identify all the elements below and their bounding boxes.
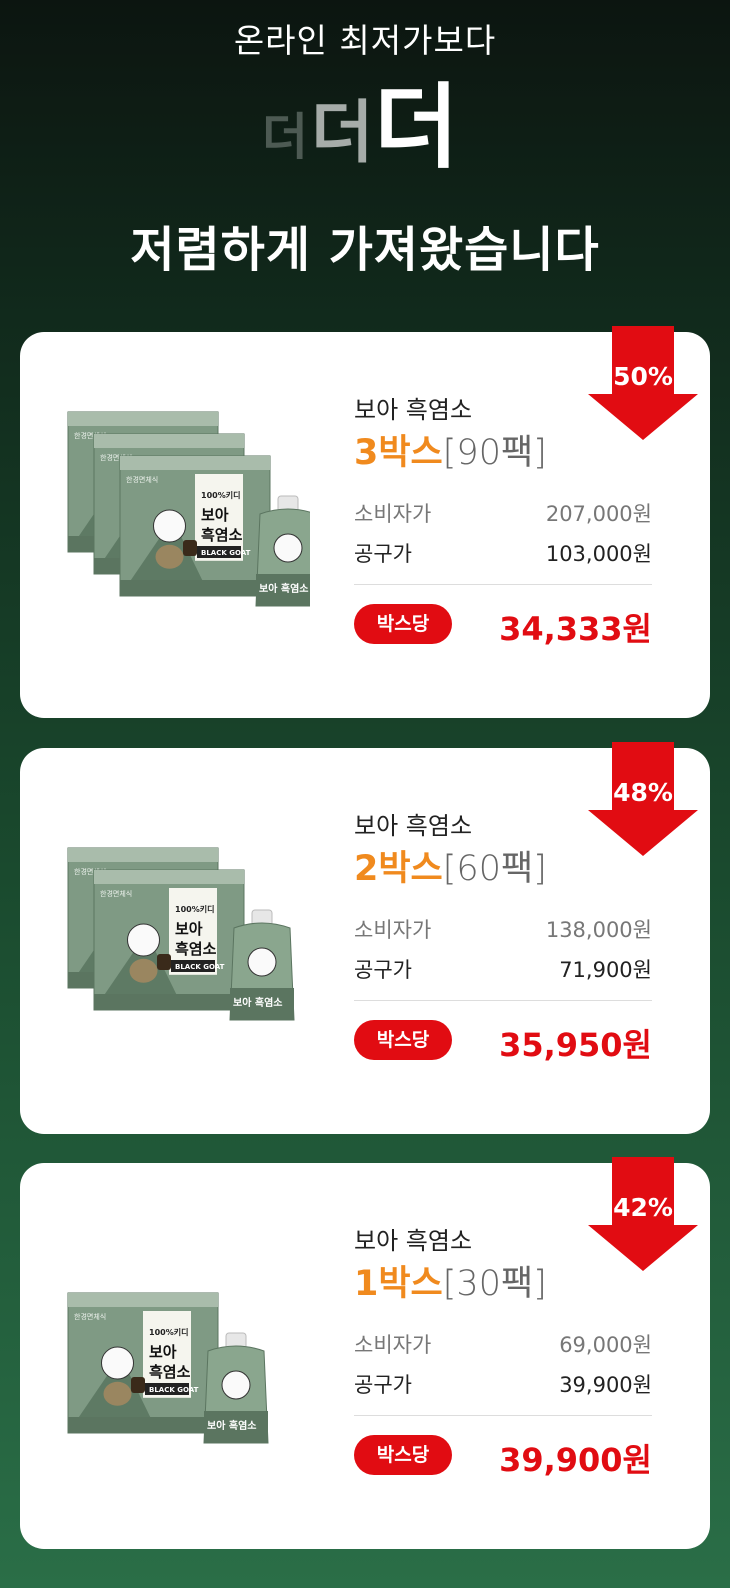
deo-medium: 더 [311, 94, 374, 173]
box-label-title: 보아 [201, 506, 229, 524]
per-box-price: 34,333원 [499, 610, 652, 648]
quantity: 2박스[60팩] [354, 840, 547, 891]
hero-deo-graphic: 더 더 더 [0, 70, 730, 180]
product-name: 보아 흑염소 [354, 1227, 473, 1255]
box-label-band: BLACK GOAT [149, 1386, 199, 1394]
product-pouch: 보아 흑염소 [203, 1332, 269, 1444]
product-name: 보아 흑염소 [354, 812, 473, 840]
box-count: 2박스 [354, 849, 443, 889]
pack-count: [30팩] [442, 1264, 547, 1304]
deo-small: 더 [262, 108, 308, 166]
hero-line-1: 온라인 최저가보다 [233, 21, 497, 60]
product-image-1box: 한경면체식 100%키디보아흑염소 BLACK GOAT 보아 흑염소 [60, 1233, 310, 1473]
box-label-title: 흑염소 [175, 940, 217, 958]
offer-card-1box[interactable]: 42% 한경면체식 100%키디보아흑염소 BLACK GOAT 보아 흑염소 보아 … [20, 1157, 710, 1549]
list-price: 207,000원 [545, 502, 652, 526]
list-price-label: 소비자가 [354, 502, 432, 526]
list-price: 69,000원 [559, 1333, 652, 1357]
quantity: 3박스[90팩] [354, 424, 547, 475]
pack-count: [90팩] [442, 433, 547, 473]
deal-price-label: 공구가 [354, 958, 412, 982]
pouch-title: 보아 흑염소 [233, 996, 282, 1009]
divider [354, 1000, 652, 1001]
product-box: 한경면체식 100%키디보아흑염소 BLACK GOAT [67, 1292, 219, 1434]
discount-badge: 42% [584, 1157, 702, 1275]
per-box-badge: 박스당 [354, 604, 452, 644]
box-brand-text: 한경면체식 [100, 889, 132, 898]
product-pouch: 보아 흑염소 [255, 495, 321, 607]
product-image-3box: 한경면체식 한경면체식 한경면체식 100%키디 보아 흑염소 BLACK GOAT 보아 흑… [60, 402, 321, 642]
list-price-label: 소비자가 [354, 1333, 432, 1357]
box-label-top: 100%키디 [149, 1327, 188, 1337]
discount-badge: 50% [584, 326, 702, 444]
deal-price-label: 공구가 [354, 542, 412, 566]
per-box-price: 39,900원 [499, 1441, 652, 1479]
box-count: 1박스 [354, 1264, 443, 1304]
deo-large: 더 [374, 74, 459, 181]
list-price-label: 소비자가 [354, 918, 432, 942]
discount-badge: 48% [584, 742, 702, 860]
divider [354, 1415, 652, 1416]
product-name: 보아 흑염소 [354, 396, 473, 424]
box-label-title: 흑염소 [201, 526, 243, 544]
product-box: 한경면체식 100%키디보아흑염소 BLACK GOAT [119, 455, 271, 597]
per-box-badge: 박스당 [354, 1435, 452, 1475]
product-pouch: 보아 흑염소 [229, 909, 295, 1021]
offer-card-2box[interactable]: 48% 한경면체식 한경면체식 100%키디 보아 흑염소 BLACK GOAT 보아 흑염… [20, 742, 710, 1134]
hero-line-3: 저렴하게 가져왔습니다 [130, 222, 600, 278]
box-label-band: BLACK GOAT [175, 963, 225, 971]
box-label-top: 100%키디 [175, 904, 214, 914]
box-brand-text: 한경면체식 [74, 1312, 106, 1321]
divider [354, 584, 652, 585]
deal-price: 71,900원 [559, 958, 652, 982]
box-label-band: BLACK GOAT [201, 549, 251, 557]
discount-percent: 48% [613, 778, 673, 807]
box-label-title: 보아 [149, 1343, 177, 1361]
pouch-title: 보아 흑염소 [207, 1419, 256, 1432]
product-box: 한경면체식 100%키디보아흑염소 BLACK GOAT [93, 869, 245, 1011]
discount-percent: 42% [613, 1193, 673, 1222]
per-box-price: 35,950원 [499, 1026, 652, 1064]
discount-percent: 50% [613, 362, 673, 391]
box-label-title: 흑염소 [149, 1363, 191, 1381]
box-brand-text: 한경면체식 [126, 475, 158, 484]
hero-banner: 온라인 최저가보다 더 더 더 저렴하게 가져왔습니다 [0, 0, 730, 320]
list-price: 138,000원 [545, 918, 652, 942]
offer-card-3box[interactable]: 50% 한경면체식 한경면체식 한경면체식 100%키디 보아 흑염소 BLACK GOAT… [20, 326, 710, 718]
box-count: 3박스 [354, 433, 443, 473]
deal-price: 103,000원 [545, 542, 652, 566]
deal-price-label: 공구가 [354, 1373, 412, 1397]
per-box-badge: 박스당 [354, 1020, 452, 1060]
box-label-title: 보아 [175, 920, 203, 938]
pack-count: [60팩] [442, 849, 547, 889]
deal-price: 39,900원 [559, 1373, 652, 1397]
box-label-top: 100%키디 [201, 490, 240, 500]
quantity: 1박스[30팩] [354, 1255, 547, 1306]
pouch-title: 보아 흑염소 [259, 582, 308, 595]
product-image-2box: 한경면체식 한경면체식 100%키디보아흑염소 BLACK GOAT 보아 흑염소 [60, 818, 310, 1058]
